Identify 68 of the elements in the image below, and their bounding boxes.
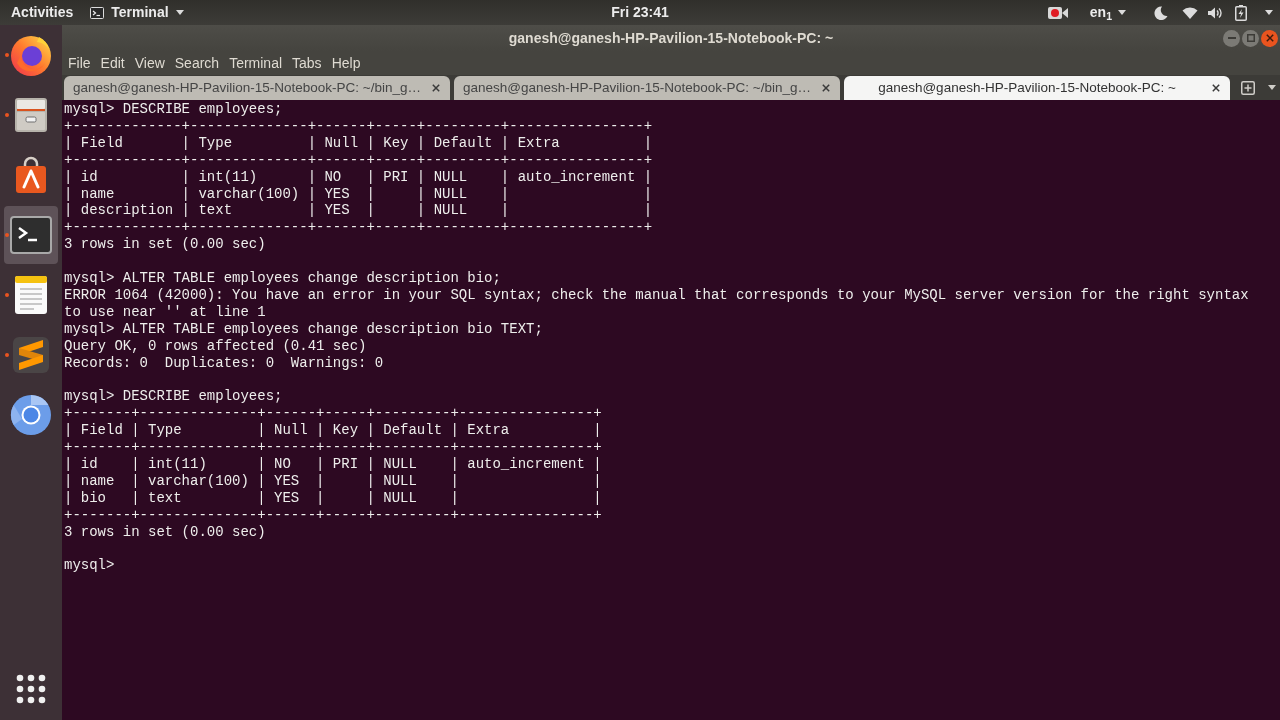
terminal-line: +-------+--------------+------+-----+---------+----------------+ — [64, 506, 602, 524]
app-grid-button[interactable] — [14, 672, 48, 706]
terminal-tab[interactable]: ganesh@ganesh-HP-Pavilion-15-Notebook-PC: ~ — [844, 76, 1230, 100]
record-camera-icon[interactable] — [1047, 5, 1068, 20]
terminal-line: | id | int(11) | NO | PRI | NULL | auto_increment | — [64, 456, 602, 473]
close-icon — [1212, 84, 1220, 92]
close-button[interactable] — [1261, 29, 1278, 47]
caret-icon — [1118, 10, 1126, 15]
menu-item[interactable]: Terminal — [224, 51, 288, 75]
close-icon — [432, 84, 440, 92]
terminal-line: +-------+--------------+------+-----+---------+----------------+ — [64, 439, 602, 456]
menu-item[interactable]: View — [129, 51, 170, 75]
menu-item[interactable]: Tabs — [287, 51, 327, 75]
volume-icon[interactable] — [1207, 5, 1223, 20]
terminal-line: 3 rows in set (0.00 sec) — [64, 236, 266, 254]
plus-square-icon — [1241, 80, 1256, 95]
terminal-line: +-------------+--------------+------+-----+---------+----------------+ — [64, 219, 653, 237]
terminal-line: | bio | text | YES | | NULL | | — [64, 489, 602, 507]
caret-icon — [1265, 10, 1273, 15]
battery-icon[interactable] — [1235, 4, 1247, 21]
terminal-line: mysql> DESCRIBE employees; — [64, 388, 283, 406]
minimize-button[interactable] — [1223, 29, 1240, 47]
caret-icon — [1268, 85, 1277, 90]
close-icon — [822, 84, 830, 92]
terminal-line: mysql> DESCRIBE employees; — [64, 101, 283, 118]
terminal-line: mysql> ALTER TABLE employees change description bio TEXT; — [64, 320, 543, 338]
clock[interactable]: Fri 23:41 — [607, 0, 673, 25]
terminal-line: | name | varchar(100) | YES | | NULL | | — [64, 185, 653, 203]
terminal-tab[interactable]: ganesh@ganesh-HP-Pavilion-15-Notebook-PC: ~/bin_g… — [454, 76, 840, 100]
minimize-icon — [1227, 37, 1236, 39]
dock-item[interactable] — [4, 206, 58, 264]
maximize-icon — [1246, 34, 1255, 42]
terminal-line: 3 rows in set (0.00 sec) — [64, 523, 266, 541]
slanted-bars-icon — [11, 335, 51, 375]
app-menu-button[interactable]: Terminal — [90, 0, 184, 25]
wifi-icon[interactable] — [1182, 5, 1198, 20]
menu-item[interactable]: Help — [326, 51, 366, 75]
keyboard-layout-button[interactable]: en$_{1}$ — [1089, 0, 1126, 25]
terminal-line: +-------------+--------------+------+-----+---------+----------------+ — [64, 151, 653, 169]
menu-item[interactable]: File — [63, 51, 96, 75]
app-grid-icon — [16, 674, 46, 704]
activities-button[interactable]: Activities — [0, 0, 85, 25]
terminal-line: | description | text | YES | | NULL | | — [64, 202, 653, 220]
terminal-line: | name | varchar(100) | YES | | NULL | | — [64, 472, 602, 490]
maximize-button[interactable] — [1242, 29, 1259, 47]
terminal-line: to use near '' at line 1 — [64, 303, 266, 321]
terminal-line: +-------------+--------------+------+-----+---------+----------------+ — [64, 117, 653, 135]
caret-icon — [175, 10, 184, 15]
close-icon — [1265, 34, 1274, 42]
terminal-line: ERROR 1064 (42000): You have an error in your SQL syntax; check the manual that corresponds to your MySQL server version for the right syntax — [64, 286, 1249, 304]
terminal-line: Records: 0 Duplicates: 0 Warnings: 0 — [64, 354, 384, 372]
ring-globe-icon — [9, 393, 53, 437]
terminal-icon — [10, 216, 52, 254]
moon-icon[interactable] — [1154, 5, 1168, 20]
menu-item[interactable]: Edit — [95, 51, 130, 75]
flame-globe-icon — [9, 33, 53, 77]
terminal-line: +-------+--------------+------+-----+---------+----------------+ — [64, 405, 602, 423]
terminal-line: | Field | Type | Null | Key | Default | Extra | — [64, 134, 653, 152]
terminal-icon — [90, 6, 105, 19]
terminal-line: Query OK, 0 rows affected (0.41 sec) — [64, 337, 367, 355]
menu-item[interactable]: Search — [169, 51, 225, 75]
terminal-line: mysql> ALTER TABLE employees change description bio; — [64, 270, 501, 287]
terminal-line: mysql> — [64, 557, 116, 575]
terminal-line: | Field | Type | Null | Key | Default | Extra | — [64, 422, 602, 440]
terminal-tab[interactable]: ganesh@ganesh-HP-Pavilion-15-Notebook-PC: ~/bin_g… — [64, 76, 450, 100]
window-title: ganesh@ganesh-HP-Pavilion-15-Notebook-PC: ~ — [507, 28, 835, 48]
terminal-line: | id | int(11) | NO | PRI | NULL | auto_increment | — [64, 168, 653, 186]
notepad-icon — [14, 275, 48, 315]
